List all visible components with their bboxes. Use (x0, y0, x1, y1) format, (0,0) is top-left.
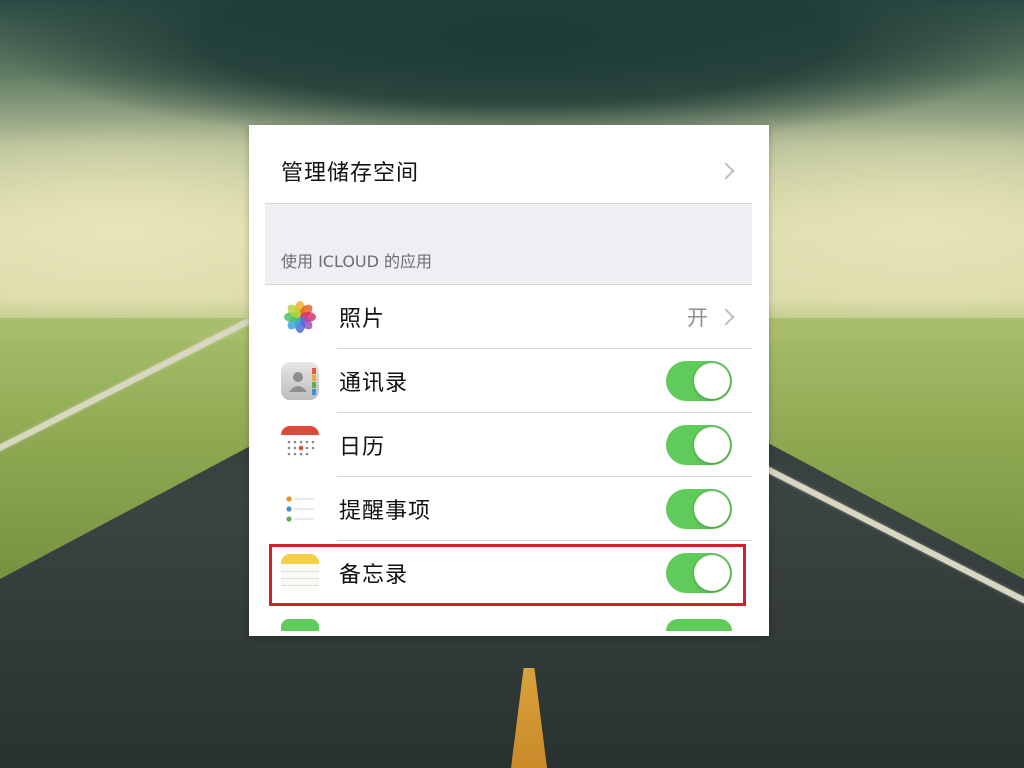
icloud-settings-panel: 管理储存空间 使用 ICLOUD 的应用 照片 开 通讯录 日历 提醒事项 备忘… (249, 125, 769, 636)
app-row-reminders[interactable]: 提醒事项 (265, 477, 752, 541)
next-row-partial (265, 617, 752, 636)
chevron-right-icon (717, 308, 735, 326)
manage-storage-label: 管理储存空间 (281, 161, 420, 186)
section-title: 使用 ICLOUD 的应用 (281, 252, 433, 271)
icloud-sync-toggle[interactable] (666, 425, 732, 465)
app-label: 日历 (339, 435, 386, 460)
app-label: 照片 (339, 307, 386, 332)
app-row-contacts[interactable]: 通讯录 (265, 349, 752, 413)
notes-icon (281, 554, 319, 592)
app-label: 提醒事项 (339, 499, 432, 524)
icloud-sync-toggle[interactable] (666, 553, 732, 593)
toggle-knob (694, 427, 730, 463)
app-row-calendar[interactable]: 日历 (265, 413, 752, 477)
app-label: 备忘录 (339, 563, 409, 588)
chevron-right-icon (717, 162, 735, 180)
calendar-icon (281, 426, 319, 464)
icloud-sync-toggle[interactable] (666, 361, 732, 401)
section-header: 使用 ICLOUD 的应用 (265, 204, 752, 285)
photos-icon (281, 298, 319, 336)
toggle-knob (694, 491, 730, 527)
toggle-knob (694, 363, 730, 399)
contacts-icon (281, 362, 319, 400)
app-row-notes[interactable]: 备忘录 (265, 541, 752, 605)
manage-storage-row[interactable]: 管理储存空间 (265, 139, 752, 204)
status-value: 开 (687, 306, 708, 330)
app-row-photos[interactable]: 照片 开 (265, 285, 752, 349)
toggle-knob (694, 555, 730, 591)
app-label: 通讯录 (339, 371, 409, 396)
icloud-sync-toggle[interactable] (666, 489, 732, 529)
settings-list: 管理储存空间 使用 ICLOUD 的应用 照片 开 通讯录 日历 提醒事项 备忘… (265, 139, 752, 605)
reminders-icon (281, 490, 319, 528)
partial-app-icon (281, 619, 319, 631)
partial-toggle (666, 619, 732, 631)
